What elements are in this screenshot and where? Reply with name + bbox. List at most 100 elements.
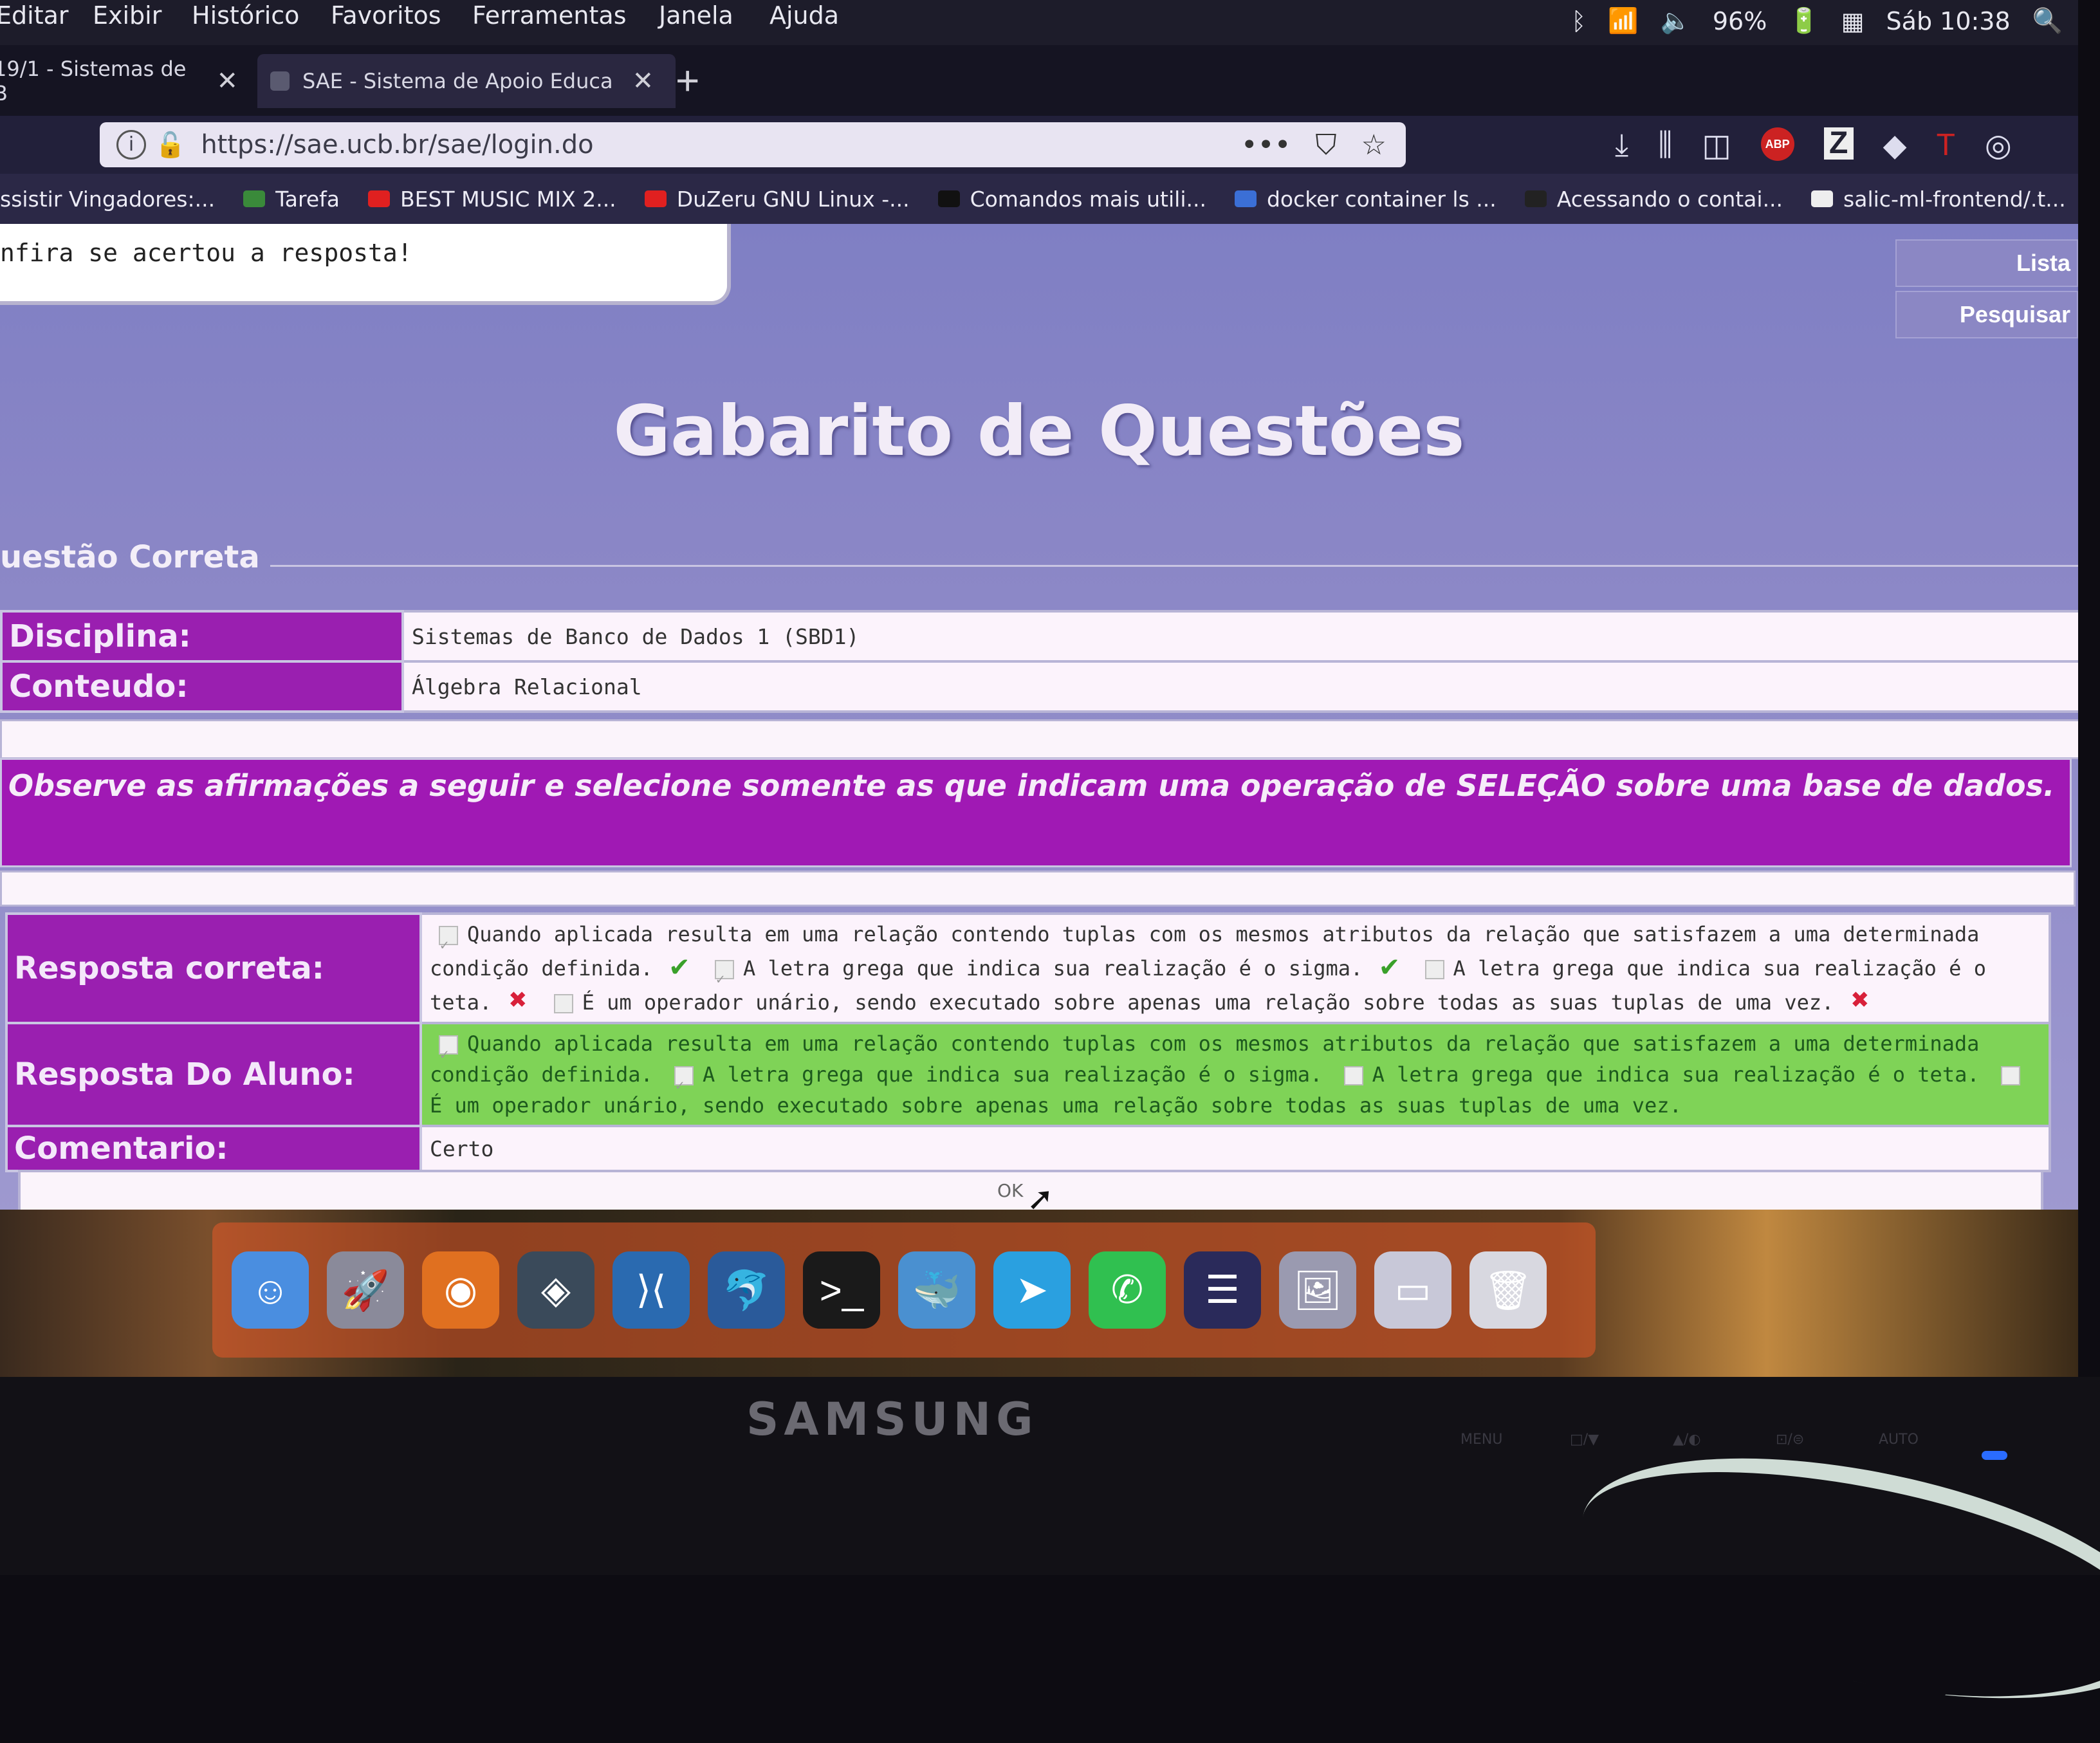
url-bar[interactable]: i 🔓 https://sae.ucb.br/sae/login.do ••• …: [100, 122, 1406, 167]
check-mark-icon: ✔: [1380, 948, 1399, 982]
bookmark-star-icon[interactable]: ☆: [1361, 129, 1386, 161]
bookmark-item[interactable]: salic-ml-frontend/.t...: [1811, 187, 2066, 212]
correct-answer-value: Quando aplicada resulta em uma relação c…: [419, 912, 2051, 1024]
translate-extension-icon[interactable]: T: [1937, 127, 1955, 163]
message-text: nfira se acertou a resposta!: [0, 239, 412, 267]
screen-share-icon[interactable]: ▭: [1374, 1251, 1451, 1329]
download-icon[interactable]: ⤓: [1615, 127, 1628, 163]
bookmark-item[interactable]: Tarefa: [243, 187, 340, 212]
monitor-menu-button[interactable]: MENU: [1460, 1432, 1502, 1448]
bookmark-item[interactable]: Comandos mais utili...: [937, 186, 1206, 212]
library-icon[interactable]: ⫼: [1658, 127, 1672, 163]
checkbox-option-3: [1343, 1066, 1363, 1085]
correct-answer-label: Resposta correta:: [5, 912, 422, 1024]
page-content: nfira se acertou a resposta! Lista Pesqu…: [0, 224, 2078, 1253]
battery-percent[interactable]: 96%: [1713, 7, 1767, 35]
ok-button[interactable]: OK: [990, 1176, 1031, 1205]
whatsapp-icon[interactable]: ✆: [1089, 1251, 1166, 1329]
github-icon: [1811, 190, 1834, 207]
power-led: [1982, 1451, 2007, 1460]
tab-bar: 19/1 - Sistemas de B ✕ SAE - Sistema de …: [0, 45, 2078, 116]
menu-ferramentas[interactable]: Ferramentas: [472, 1, 627, 30]
circle-icon: [937, 190, 960, 207]
bluetooth-icon[interactable]: ᛒ: [1571, 7, 1586, 35]
monitor-brightness-button[interactable]: ▲/◐: [1673, 1432, 1701, 1448]
new-tab-plus-icon[interactable]: +: [676, 57, 699, 104]
option-3-text: A letra grega que indica sua realização …: [1372, 1062, 1980, 1087]
bookmarks-bar: ssistir Vingadores:... Tarefa BEST MUSIC M…: [0, 174, 2078, 224]
sidebar-icon[interactable]: ◫: [1702, 127, 1731, 163]
a-icon: [1524, 190, 1547, 207]
student-answer-label: Resposta Do Aluno:: [5, 1022, 422, 1127]
clock[interactable]: Sáb 10:38: [1886, 7, 2011, 35]
mysql-workbench-icon[interactable]: 🐬: [708, 1251, 785, 1329]
spotlight-search-icon[interactable]: 🔍: [2032, 6, 2063, 35]
lista-link[interactable]: Lista: [1895, 239, 2078, 287]
menu-exibir[interactable]: Exibir: [93, 1, 161, 30]
info-icon[interactable]: i: [116, 130, 146, 160]
launchpad-icon[interactable]: 🚀: [327, 1251, 404, 1329]
url-text[interactable]: https://sae.ucb.br/sae/login.do: [201, 130, 593, 160]
insecure-lock-icon[interactable]: 🔓: [155, 131, 185, 160]
monitor-input-button[interactable]: ⊡/⊜: [1776, 1432, 1804, 1448]
wifi-icon[interactable]: 📶: [1608, 6, 1638, 35]
battery-icon[interactable]: 🔋: [1789, 6, 1819, 35]
bookmark-item[interactable]: docker container ls ...: [1234, 186, 1497, 212]
option-4-text: É um operador unário, sendo executado so…: [430, 1093, 1682, 1118]
vscode-icon[interactable]: ⟩⟨: [612, 1251, 690, 1329]
screen: Editar Exibir Histórico Favoritos Ferram…: [0, 0, 2078, 1377]
pocket-icon[interactable]: ⛉: [1316, 129, 1337, 161]
menu-ajuda[interactable]: Ajuda: [769, 1, 839, 30]
bookmark-label: Comandos mais utili...: [970, 186, 1206, 212]
bookmark-item[interactable]: ssistir Vingadores:...: [0, 187, 215, 212]
pesquisar-link[interactable]: Pesquisar: [1895, 291, 2078, 338]
calendar-icon[interactable]: ▦: [1841, 7, 1865, 35]
youtube-icon: [367, 190, 390, 207]
menu-editar[interactable]: Editar: [0, 1, 69, 30]
menu-favoritos[interactable]: Favoritos: [331, 1, 441, 30]
monitor-auto-button[interactable]: AUTO: [1879, 1432, 1919, 1448]
menu-janela[interactable]: Janela: [659, 1, 733, 30]
menu-historico[interactable]: Histórico: [192, 1, 299, 30]
sublime-icon[interactable]: ◈: [517, 1251, 594, 1329]
more-actions-icon[interactable]: •••: [1241, 129, 1291, 161]
menu-bar: Editar Exibir Histórico Favoritos Ferram…: [0, 0, 2078, 45]
bookmark-label: Acessando o contai...: [1556, 186, 1783, 212]
option-2-text: A letra grega que indica sua realização …: [743, 956, 1363, 981]
tab-sae[interactable]: SAE - Sistema de Apoio Educa ✕: [257, 54, 676, 108]
checkbox-option-4: [553, 994, 573, 1013]
disciplina-value: Sistemas de Banco de Dados 1 (SBD1): [401, 610, 2078, 663]
tab-sistemas[interactable]: 19/1 - Sistemas de B ✕: [0, 54, 238, 108]
volume-icon[interactable]: 🔈: [1661, 6, 1691, 35]
bookmark-label: BEST MUSIC MIX 2...: [400, 186, 616, 212]
bookmark-item[interactable]: BEST MUSIC MIX 2...: [367, 186, 616, 212]
terminal-icon[interactable]: >_: [803, 1251, 880, 1329]
trash-icon[interactable]: 🗑: [1469, 1251, 1547, 1329]
close-tab-icon[interactable]: ✕: [632, 66, 654, 96]
zotero-icon[interactable]: Z: [1823, 127, 1854, 160]
tab-label: 19/1 - Sistemas de B: [0, 57, 187, 106]
navigation-bar: i 🔓 https://sae.ucb.br/sae/login.do ••• …: [0, 116, 2078, 174]
extension-icon[interactable]: ◆: [1883, 127, 1907, 163]
section-divider: [270, 565, 2078, 567]
bookmark-item[interactable]: DuZeru GNU Linux -...: [644, 187, 910, 212]
favicon-icon: [270, 71, 290, 91]
monitor-brand-logo: SAMSUNG: [746, 1393, 1038, 1446]
question-text: Observe as afirmações a seguir e selecio…: [0, 758, 2072, 867]
monitor-source-button[interactable]: □/▼: [1570, 1432, 1599, 1448]
firefox-icon[interactable]: ◉: [422, 1251, 499, 1329]
option-2-text: A letra grega que indica sua realização …: [703, 1062, 1323, 1087]
eclipse-icon[interactable]: ☰: [1184, 1251, 1261, 1329]
adblock-plus-icon[interactable]: ABP: [1760, 127, 1794, 161]
docker-icon[interactable]: 🐳: [898, 1251, 975, 1329]
sync-extension-icon[interactable]: ◎: [1985, 127, 2012, 163]
close-tab-icon[interactable]: ✕: [216, 66, 238, 96]
finder-icon[interactable]: ☺: [232, 1251, 309, 1329]
status-area: ᛒ 📶 🔈 96% 🔋 ▦ Sáb 10:38 🔍: [1571, 6, 2063, 35]
comment-value: Certo: [419, 1125, 2051, 1172]
bookmark-label: docker container ls ...: [1266, 186, 1497, 212]
telegram-icon[interactable]: ➤: [993, 1251, 1071, 1329]
preview-icon[interactable]: 🖼: [1279, 1251, 1356, 1329]
student-answer-value: Quando aplicada resulta em uma relação c…: [419, 1022, 2051, 1127]
bookmark-item[interactable]: Acessando o contai...: [1524, 186, 1783, 212]
